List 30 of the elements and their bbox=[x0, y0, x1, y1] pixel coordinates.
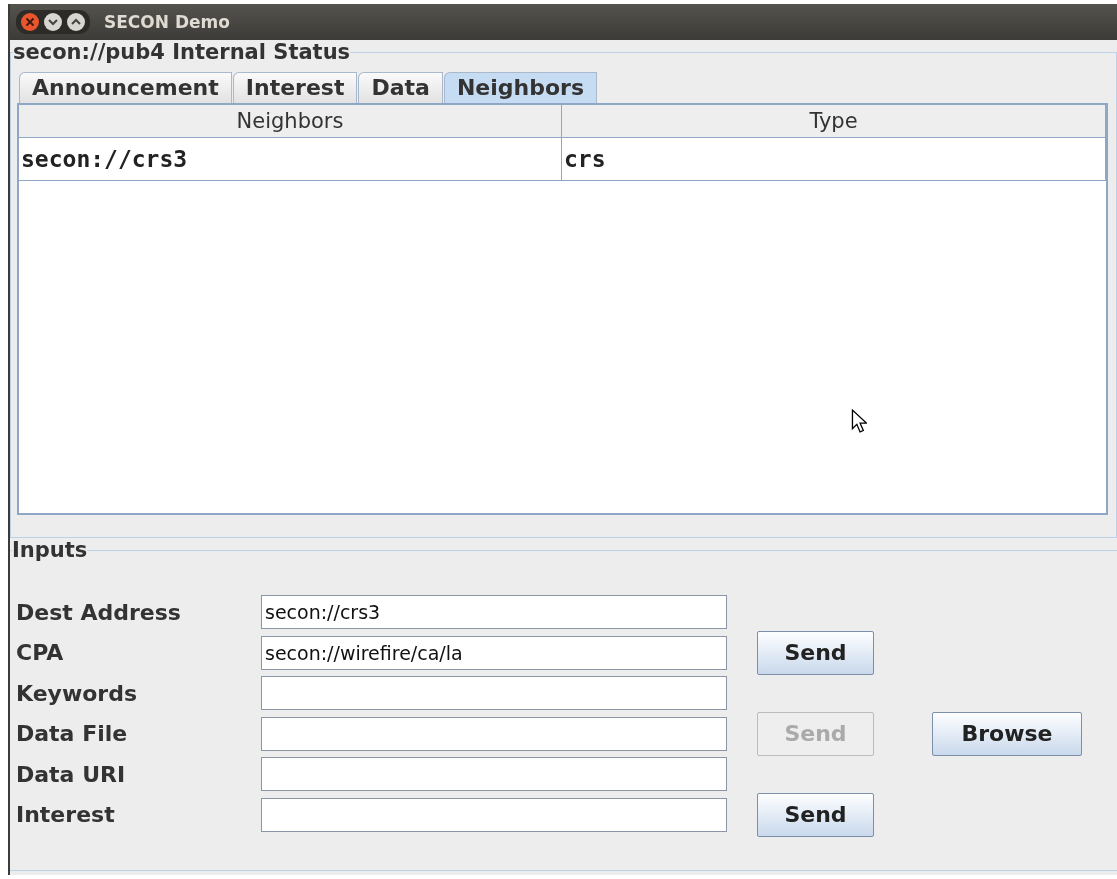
minimize-icon[interactable] bbox=[43, 12, 63, 32]
input-field[interactable] bbox=[261, 676, 727, 711]
tab[interactable]: Neighbors bbox=[443, 72, 598, 103]
send-button[interactable]: Send bbox=[757, 792, 874, 837]
column-header[interactable]: Neighbors bbox=[19, 105, 562, 137]
send-button[interactable]: Send bbox=[757, 630, 874, 675]
column-header[interactable]: Type bbox=[562, 105, 1106, 137]
input-field[interactable]: secon://wirefire/ca/la bbox=[261, 635, 727, 670]
table-cell: secon://crs3 bbox=[19, 138, 562, 180]
maximize-icon[interactable] bbox=[66, 12, 86, 32]
tab[interactable]: Data bbox=[358, 72, 443, 103]
panel-title: Inputs bbox=[12, 538, 88, 562]
window-title: SECON Demo bbox=[104, 12, 230, 32]
input-field[interactable] bbox=[261, 797, 727, 832]
input-field[interactable] bbox=[261, 757, 727, 792]
input-field[interactable] bbox=[261, 716, 727, 751]
field-label: Data URI bbox=[16, 761, 127, 787]
field-label: Interest bbox=[16, 802, 116, 828]
field-label: Keywords bbox=[16, 680, 139, 706]
tab[interactable]: Announcement bbox=[19, 72, 232, 103]
close-icon[interactable] bbox=[20, 12, 40, 32]
mouse-pointer-icon bbox=[851, 409, 867, 433]
field-label: CPA bbox=[16, 640, 65, 666]
tab[interactable]: Interest bbox=[232, 72, 358, 103]
field-label: Data File bbox=[16, 721, 129, 747]
browse-button[interactable]: Browse bbox=[932, 711, 1082, 756]
table-cell: crs bbox=[562, 138, 1106, 180]
panel-title: secon://pub4 Internal Status bbox=[13, 40, 351, 64]
input-field[interactable]: secon://crs3 bbox=[261, 595, 727, 630]
field-label: Dest Address bbox=[16, 599, 182, 625]
